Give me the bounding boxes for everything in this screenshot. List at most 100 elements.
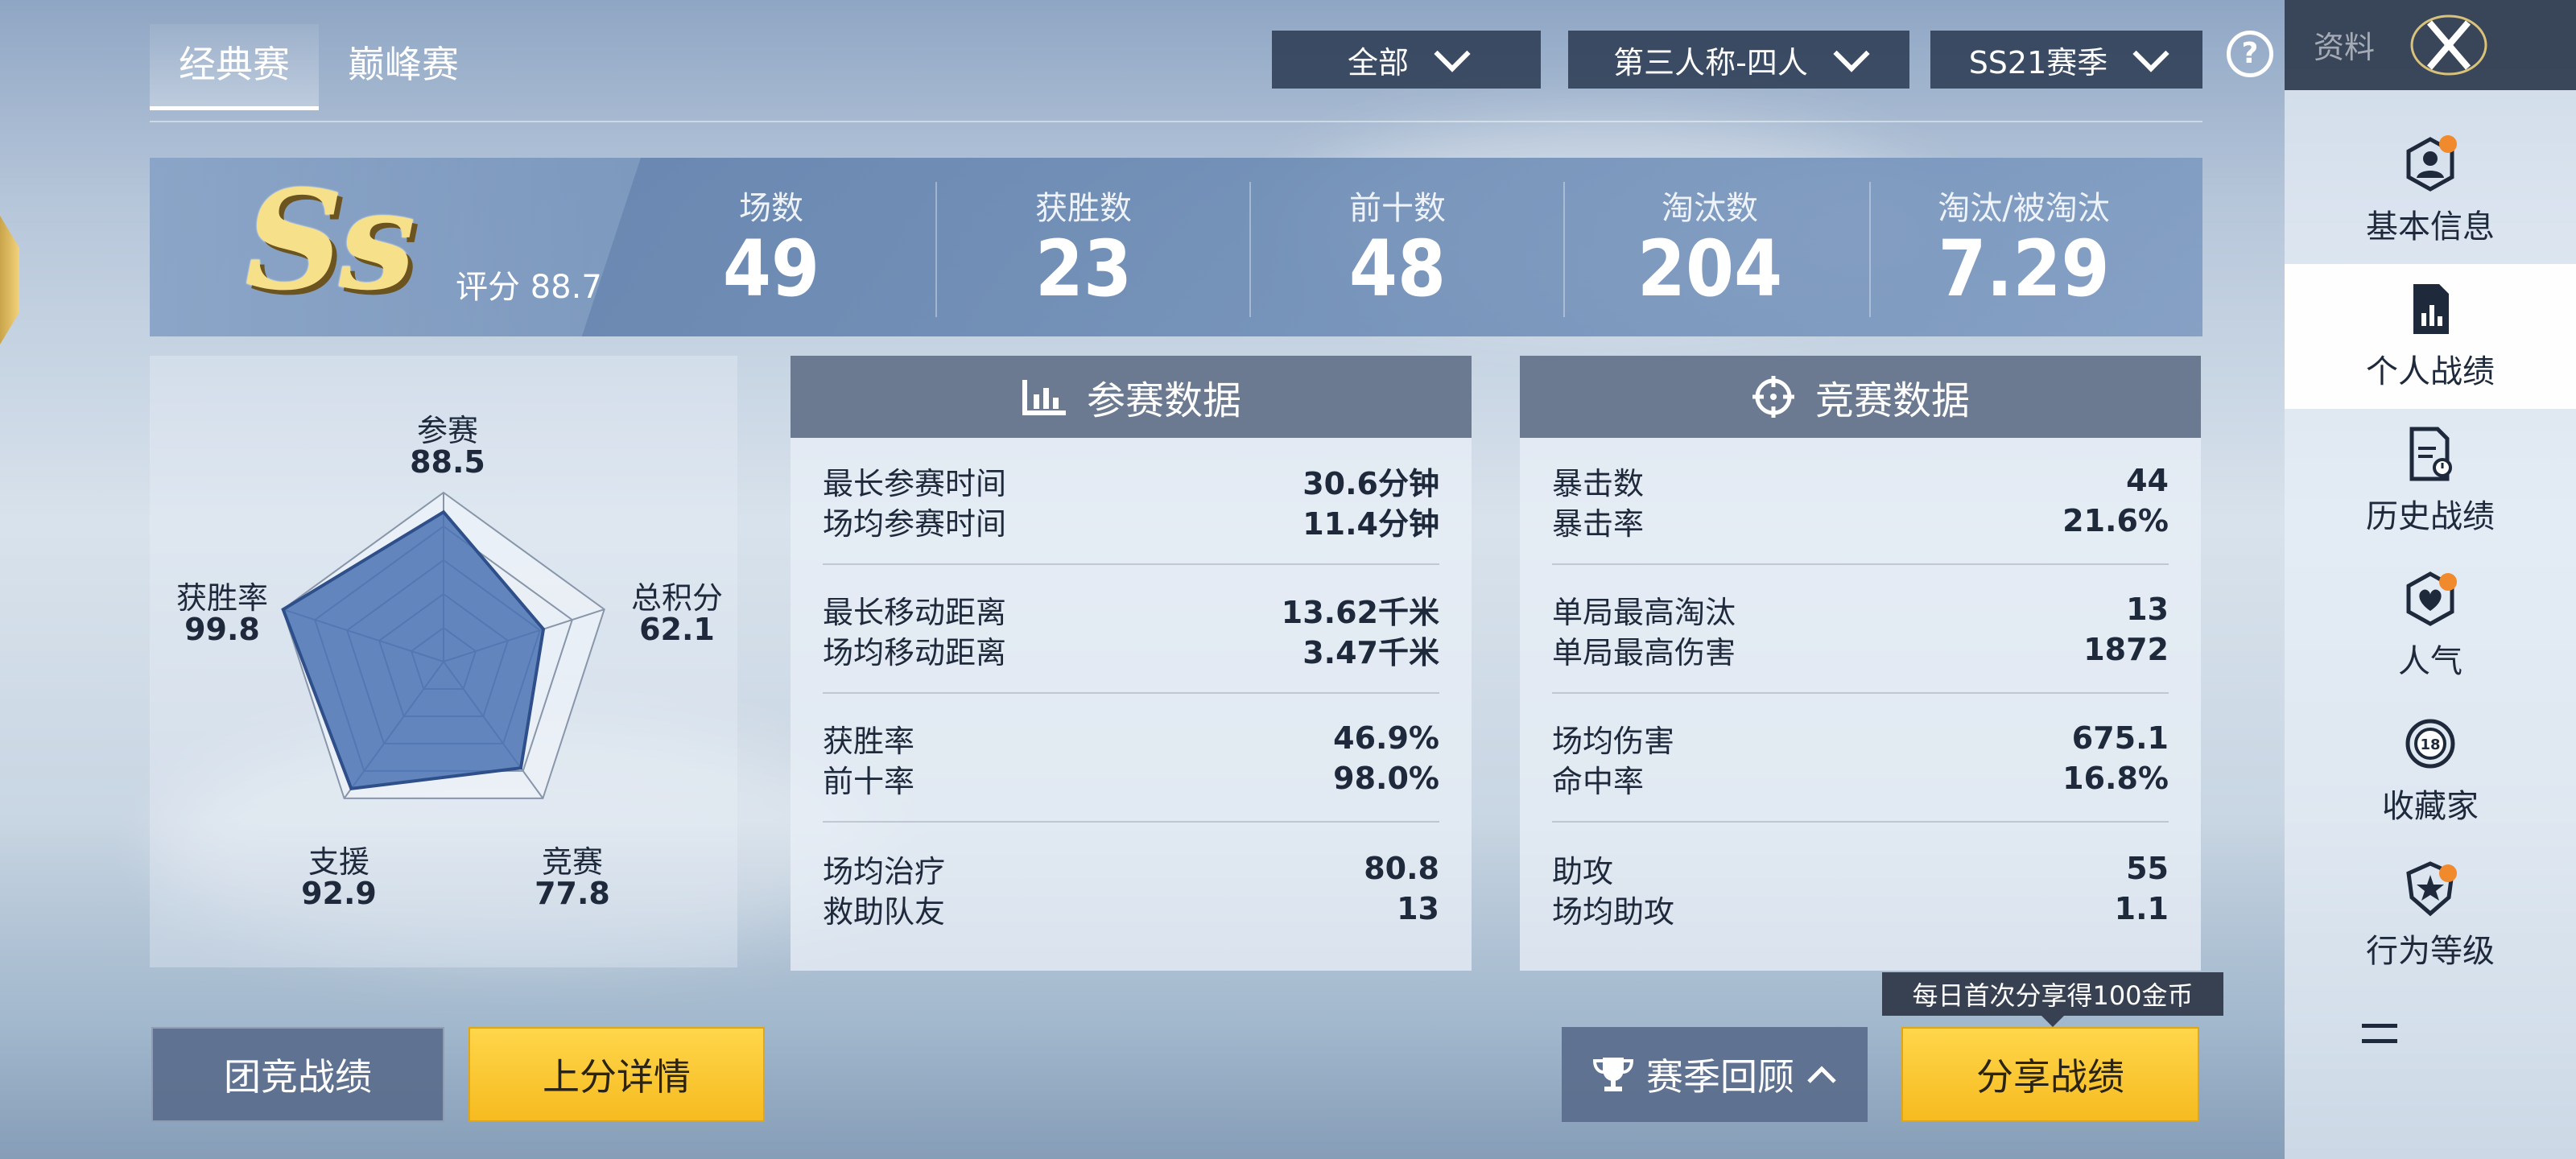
season-filter-dropdown[interactable]: SS21赛季 (1930, 31, 2202, 89)
metric-value: 44 (2126, 463, 2169, 498)
metric-value: 3.47千米 (1302, 634, 1439, 670)
emblem-edge-decoration (0, 216, 19, 344)
metric-value: 13 (2126, 592, 2169, 627)
radar-axis-value: 77.8 (535, 876, 610, 911)
metric-value: 1.1 (2114, 891, 2169, 926)
radar-axis-label: 竞赛 (541, 844, 603, 880)
stats-report-icon (2413, 284, 2449, 334)
stat-wins: 获胜数 23 (927, 158, 1240, 336)
sidebar-item-label: 行为等级 (2366, 933, 2495, 970)
share-stats-button[interactable]: 分享战绩 (1901, 1027, 2199, 1122)
metric-label: 单局最高淘汰 (1552, 594, 1736, 630)
stat-label: 获胜数 (1035, 190, 1132, 227)
competition-group: 助攻 55 场均助攻 1.1 (1552, 848, 2169, 951)
competition-card: 竞赛数据 暴击数 44 暴击率 21.6% 单局最高淘汰 13 单局最高伤害 1872 … (1520, 356, 2201, 971)
perspective-filter-value: 第三人称-四人 (1613, 44, 1808, 80)
competition-group: 暴击数 44 暴击率 21.6% (1552, 460, 2169, 565)
metric-label: 暴击率 (1552, 505, 1645, 542)
collector-icon: 18 (2405, 719, 2455, 769)
sidebar-item-collector[interactable]: 18 收藏家 (2285, 699, 2576, 843)
sidebar-item-label: 基本信息 (2366, 208, 2495, 245)
metric-label: 命中率 (1552, 763, 1645, 799)
sidebar-item-personal-stats[interactable]: 个人战绩 (2285, 264, 2576, 409)
competition-card-header: 竞赛数据 (1520, 356, 2201, 438)
metric-label: 场均伤害 (1552, 723, 1675, 759)
stat-eliminations: 淘汰数 204 (1554, 158, 1866, 336)
metric-label: 最长移动距离 (823, 594, 1007, 630)
radar-axis-value: 88.5 (410, 444, 485, 480)
radar-axis-value: 62.1 (639, 612, 715, 647)
radar-axis-value: 99.8 (184, 612, 260, 647)
radar-axis-label: 参赛 (416, 413, 478, 448)
metric-value: 55 (2126, 851, 2169, 886)
chevron-up-icon (1807, 1066, 1836, 1083)
metric-label: 救助队友 (823, 893, 946, 930)
metric-value: 675.1 (2071, 720, 2169, 756)
trophy-icon (1592, 1058, 1634, 1091)
stat-value: 49 (722, 224, 820, 314)
radar-axis-label: 获胜率 (175, 580, 268, 616)
stat-label: 前十数 (1349, 190, 1446, 227)
tab-peak[interactable]: 巅峰赛 (319, 24, 488, 110)
mode-tabs: 经典赛 巅峰赛 (150, 24, 488, 110)
participation-group: 场均治疗 80.8 救助队友 13 (823, 848, 1439, 951)
metric-label: 暴击数 (1552, 465, 1645, 501)
metric-label: 获胜率 (823, 723, 915, 759)
sidebar-item-basic-info[interactable]: 基本信息 (2285, 119, 2576, 264)
chevron-down-icon (2132, 35, 2169, 72)
metric-label: 最长参赛时间 (823, 465, 1007, 501)
season-filter-value: SS21赛季 (1968, 44, 2108, 80)
sidebar-item-label: 历史战绩 (2366, 498, 2495, 535)
stat-label: 淘汰/被淘汰 (1938, 190, 2110, 227)
summary-banner: Ss 评分 88.7 场数 49 获胜数 23 前十数 48 淘汰数 204 淘… (150, 158, 2202, 336)
ability-radar: 参赛 88.5 总积分 62.1 竞赛 77.8 支援 92.9 获胜率 99.… (150, 356, 737, 967)
side-panel-header-label: 资料 (2314, 30, 2376, 65)
competition-group: 单局最高淘汰 13 单局最高伤害 1872 (1552, 589, 2169, 694)
competition-card-title: 竞赛数据 (1814, 378, 1970, 423)
crosshair-icon (1752, 376, 1794, 418)
stat-value: 23 (1034, 224, 1133, 314)
stat-value: 204 (1637, 224, 1783, 314)
metric-value: 11.4分钟 (1302, 505, 1439, 542)
team-battle-stats-button[interactable]: 团竞战绩 (151, 1027, 444, 1122)
participation-group: 最长移动距离 13.62千米 场均移动距离 3.47千米 (823, 589, 1439, 694)
metric-label: 助攻 (1552, 853, 1614, 889)
sidebar-item-label: 收藏家 (2382, 788, 2479, 825)
mode-filter-value: 全部 (1347, 44, 1409, 80)
metric-label: 场均移动距离 (823, 634, 1007, 670)
tab-classic[interactable]: 经典赛 (150, 24, 319, 110)
tab-divider (150, 121, 2202, 122)
metric-value: 1872 (2083, 632, 2169, 667)
history-document-icon (2409, 427, 2452, 481)
stat-matches: 场数 49 (615, 158, 927, 336)
metric-value: 21.6% (2062, 503, 2169, 538)
notification-dot (2439, 573, 2457, 591)
metric-value: 80.8 (1364, 851, 1439, 886)
metric-value: 16.8% (2062, 761, 2169, 796)
profile-side-panel: 资料 基本信息 个人战绩 历史战绩 人气 18 收藏家 行为等级 (2285, 0, 2576, 1159)
close-icon[interactable] (2409, 11, 2489, 79)
metric-value: 98.0% (1333, 761, 1439, 796)
sidebar-item-label: 个人战绩 (2366, 353, 2495, 390)
sidebar-item-history[interactable]: 历史战绩 (2285, 409, 2576, 554)
season-review-button[interactable]: 赛季回顾 (1562, 1027, 1868, 1122)
sidebar-item-label: 人气 (2398, 643, 2462, 680)
stat-kd: 淘汰/被淘汰 7.29 (1868, 158, 2180, 336)
mode-filter-dropdown[interactable]: 全部 (1272, 31, 1541, 89)
share-reward-tooltip: 每日首次分享得100金币 (1882, 972, 2223, 1027)
help-icon[interactable]: ? (2227, 31, 2273, 77)
participation-card-header: 参赛数据 (791, 356, 1472, 438)
notification-dot (2439, 864, 2457, 882)
metric-label: 前十率 (823, 763, 915, 799)
radar-axis-label: 总积分 (630, 580, 723, 616)
stat-value: 48 (1348, 224, 1447, 314)
perspective-filter-dropdown[interactable]: 第三人称-四人 (1568, 31, 1909, 89)
sidebar-item-popularity[interactable]: 人气 (2285, 554, 2576, 699)
more-menu-icon[interactable] (2362, 1024, 2397, 1043)
sidebar-item-behavior-level[interactable]: 行为等级 (2285, 843, 2576, 988)
radar-axis-value: 92.9 (301, 876, 377, 911)
bar-chart-icon (1022, 380, 1066, 415)
metric-label: 场均治疗 (823, 853, 946, 889)
rank-detail-button[interactable]: 上分详情 (469, 1027, 765, 1122)
participation-group: 最长参赛时间 30.6分钟 场均参赛时间 11.4分钟 (823, 460, 1439, 565)
